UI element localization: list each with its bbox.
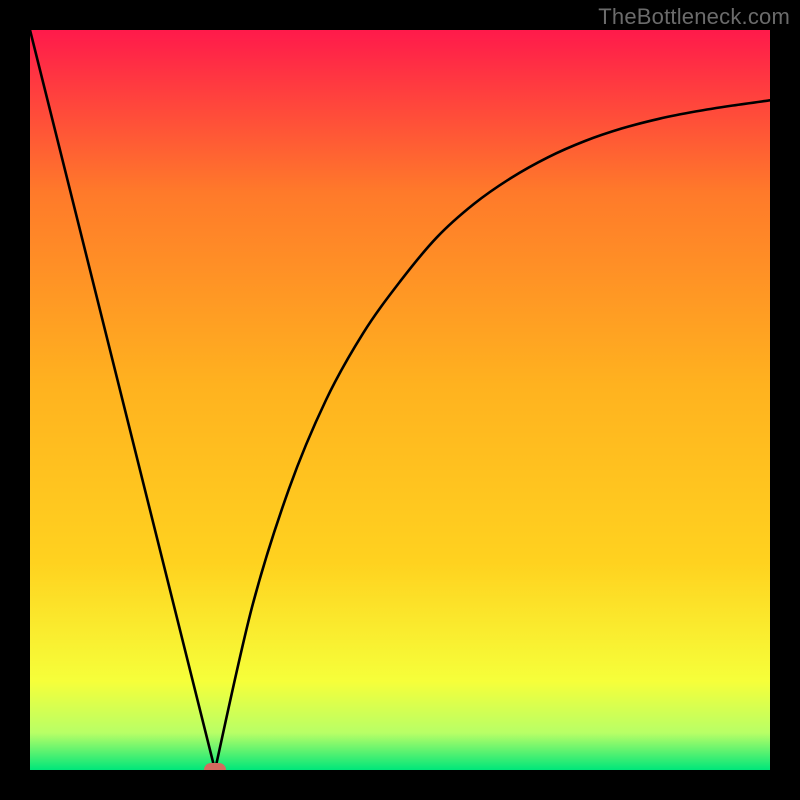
plot-area	[30, 30, 770, 770]
minimum-marker	[204, 763, 226, 770]
watermark-text: TheBottleneck.com	[598, 4, 790, 30]
chart-svg	[30, 30, 770, 770]
gradient-background	[30, 30, 770, 770]
chart-container: TheBottleneck.com	[0, 0, 800, 800]
